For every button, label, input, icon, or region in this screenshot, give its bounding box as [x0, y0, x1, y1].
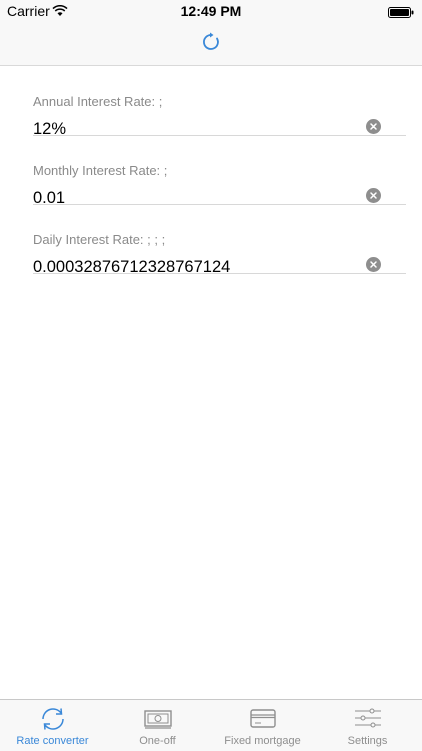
clear-monthly-rate-button[interactable]	[366, 188, 381, 203]
card-icon	[210, 706, 315, 732]
battery-icon	[388, 5, 414, 21]
tab-bar: Rate converter One-off Fixed mortgage Se…	[0, 699, 422, 751]
clear-daily-rate-button[interactable]	[366, 257, 381, 272]
daily-rate-field: Daily Interest Rate: ; ; ;	[33, 204, 406, 277]
tab-settings[interactable]: Settings	[315, 700, 420, 751]
tab-one-off[interactable]: One-off	[105, 700, 210, 751]
navigation-bar	[0, 22, 422, 66]
annual-rate-field: Annual Interest Rate: ;	[33, 66, 406, 139]
monthly-rate-field: Monthly Interest Rate: ;	[33, 135, 406, 208]
annual-rate-label: Annual Interest Rate: ;	[33, 94, 163, 109]
tab-label: Rate converter	[16, 735, 89, 747]
refresh-icon[interactable]	[200, 31, 222, 53]
clock: 12:49 PM	[180, 3, 242, 19]
tab-fixed-mortgage[interactable]: Fixed mortgage	[210, 700, 315, 751]
sliders-icon	[315, 706, 420, 732]
tab-label: Settings	[347, 735, 388, 747]
clear-annual-rate-button[interactable]	[366, 119, 381, 134]
monthly-rate-label: Monthly Interest Rate: ;	[33, 163, 168, 178]
daily-rate-label: Daily Interest Rate: ; ; ;	[33, 232, 166, 247]
daily-rate-input[interactable]	[33, 258, 353, 277]
cash-icon	[105, 706, 210, 732]
tab-label: Fixed mortgage	[224, 735, 301, 747]
sync-icon	[0, 706, 105, 732]
status-bar: Carrier 12:49 PM	[0, 0, 422, 22]
tab-label: One-off	[139, 735, 176, 747]
tab-rate-converter[interactable]: Rate converter	[0, 700, 105, 751]
